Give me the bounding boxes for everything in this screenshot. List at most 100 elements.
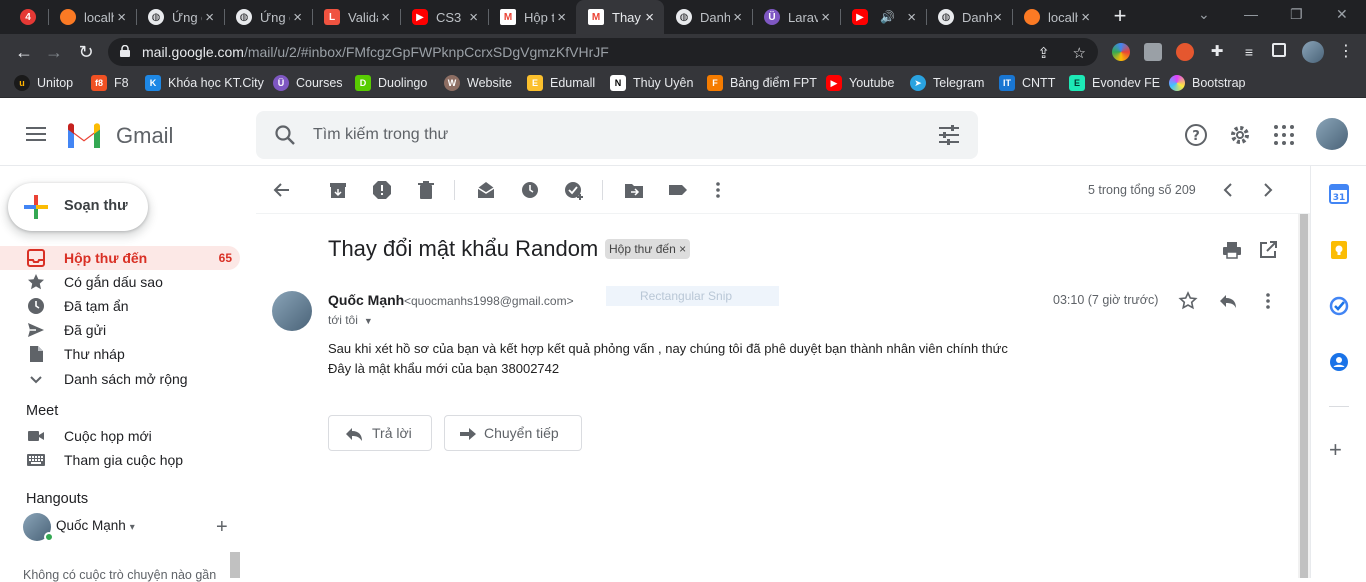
more-actions-icon[interactable] xyxy=(708,180,728,200)
add-hangout-icon[interactable]: + xyxy=(216,516,228,539)
close-tab-icon[interactable]: × xyxy=(381,9,390,26)
back-to-inbox-icon[interactable] xyxy=(272,180,292,200)
close-tab-icon[interactable]: × xyxy=(557,9,566,26)
apps-grid-icon[interactable] xyxy=(1272,123,1296,147)
browser-tab[interactable]: ◍ Danh × xyxy=(664,0,752,34)
browser-tab[interactable]: ▶ CS3 × xyxy=(400,0,488,34)
remove-label-icon[interactable]: × xyxy=(679,242,686,256)
share-icon[interactable]: ⇪ xyxy=(1037,44,1050,62)
report-spam-icon[interactable] xyxy=(372,180,392,200)
sidebar-scrollbar[interactable] xyxy=(230,552,240,578)
bookmark-website[interactable]: W Website xyxy=(444,75,512,91)
search-bar[interactable]: Tìm kiếm trong thư xyxy=(256,111,978,159)
bookmark-thuy-uyen[interactable]: N Thùy Uyên xyxy=(610,75,693,91)
more-options-icon[interactable] xyxy=(1258,291,1278,311)
account-avatar[interactable] xyxy=(1316,118,1348,150)
browser-tab[interactable]: ▶ 🔊 × xyxy=(840,0,926,34)
restore-icon[interactable]: ❐ xyxy=(1290,6,1303,23)
label-icon[interactable] xyxy=(668,180,688,200)
help-icon[interactable]: ? xyxy=(1184,123,1208,147)
archive-icon[interactable] xyxy=(328,180,348,200)
inbox-label-chip[interactable]: Hộp thư đến × xyxy=(605,239,691,259)
star-outline-icon[interactable] xyxy=(1178,291,1198,311)
bookmark-youtube[interactable]: ▶ Youtube xyxy=(826,75,894,91)
bookmark-bootstrap[interactable]: Bootstrap xyxy=(1169,75,1246,91)
browser-tab[interactable]: localhost × xyxy=(48,0,136,34)
close-tab-icon[interactable]: × xyxy=(993,9,1002,26)
browser-tab[interactable]: localhost × xyxy=(1012,0,1100,34)
camera-extension-icon[interactable] xyxy=(1144,43,1162,61)
keep-icon[interactable] xyxy=(1329,240,1349,260)
browser-tab[interactable]: Ü Laravel × xyxy=(752,0,840,34)
bookmark-ktcity[interactable]: K Khóa học KT.City xyxy=(145,75,264,91)
hangouts-user-name[interactable]: Quốc Mạnh ▾ xyxy=(56,518,135,533)
move-to-icon[interactable] xyxy=(624,180,644,200)
bookmark-star-icon[interactable]: ☆ xyxy=(1073,44,1086,62)
trash-icon[interactable] xyxy=(416,180,436,200)
extension-icon[interactable] xyxy=(1112,43,1130,61)
older-chevron-right-icon[interactable] xyxy=(1258,180,1278,200)
browser-tab-active[interactable]: M Thay đổi × xyxy=(576,0,664,34)
forward-button[interactable]: Chuyển tiếp xyxy=(444,415,582,451)
forward-icon[interactable]: → xyxy=(42,40,66,64)
media-control-icon[interactable]: ≡ xyxy=(1240,43,1258,61)
close-tab-icon[interactable]: × xyxy=(907,9,916,26)
calendar-icon[interactable]: 31 xyxy=(1329,184,1349,204)
gear-icon[interactable] xyxy=(1228,123,1252,147)
sidebar-item-more[interactable]: Danh sách mở rộng xyxy=(0,367,240,391)
browser-tab[interactable]: ◍ Danh × xyxy=(926,0,1012,34)
sidebar-item-inbox[interactable]: Hộp thư đến 65 xyxy=(0,246,240,270)
newer-chevron-left-icon[interactable] xyxy=(1218,180,1238,200)
close-tab-icon[interactable]: × xyxy=(821,9,830,26)
sidebar-item-new-meeting[interactable]: Cuộc họp mới xyxy=(0,424,240,448)
tab-search-icon[interactable]: ⌄ xyxy=(1198,6,1210,23)
reload-icon[interactable]: ↻ xyxy=(74,40,98,64)
back-icon[interactable]: ← xyxy=(12,40,36,64)
speaker-icon[interactable]: 🔊 xyxy=(880,10,895,24)
bookmark-bang-diem-fpt[interactable]: F Bảng điểm FPT xyxy=(707,75,817,91)
close-tab-icon[interactable]: × xyxy=(117,9,126,26)
side-panel-icon[interactable] xyxy=(1272,43,1286,57)
close-tab-icon[interactable]: × xyxy=(205,9,214,26)
search-options-icon[interactable] xyxy=(938,125,960,145)
bookmark-courses[interactable]: Ü Courses xyxy=(273,75,343,91)
bookmark-f8[interactable]: f8 F8 xyxy=(91,75,129,91)
bookmark-telegram[interactable]: ➤ Telegram xyxy=(910,75,984,91)
more-menu-icon[interactable]: ⋮ xyxy=(1334,40,1358,64)
profile-avatar[interactable] xyxy=(1302,41,1324,63)
sender-name[interactable]: Quốc Mạnh xyxy=(328,292,404,308)
bookmark-cntt[interactable]: IT CNTT xyxy=(999,75,1055,91)
extension-icon[interactable] xyxy=(1176,43,1194,61)
close-tab-icon[interactable]: × xyxy=(469,9,478,26)
reply-button[interactable]: Trả lời xyxy=(328,415,432,451)
minimize-icon[interactable]: — xyxy=(1244,6,1258,22)
close-tab-icon[interactable]: × xyxy=(733,9,742,26)
main-menu-icon[interactable] xyxy=(26,127,46,141)
bookmark-evondev[interactable]: E Evondev FE xyxy=(1069,75,1160,91)
sender-avatar[interactable] xyxy=(272,291,312,331)
print-icon[interactable] xyxy=(1222,240,1242,260)
compose-button[interactable]: Soạn thư xyxy=(8,183,148,231)
browser-tab[interactable]: ◍ Ứng dụng × xyxy=(136,0,224,34)
close-tab-icon[interactable]: × xyxy=(645,9,654,26)
browser-tab[interactable]: 4 xyxy=(8,0,52,34)
address-bar[interactable]: mail.google.com/mail/u/2/#inbox/FMfcgzGp… xyxy=(108,38,1098,66)
snooze-icon[interactable] xyxy=(520,180,540,200)
tasks-icon[interactable] xyxy=(1329,296,1349,316)
bookmark-edumall[interactable]: E Edumall xyxy=(527,75,595,91)
browser-tab[interactable]: ◍ Ứng dụng × xyxy=(224,0,312,34)
gmail-logo-icon[interactable] xyxy=(66,122,102,148)
open-new-window-icon[interactable] xyxy=(1258,240,1278,260)
contacts-icon[interactable] xyxy=(1329,352,1349,372)
search-input[interactable]: Tìm kiếm trong thư xyxy=(313,126,448,144)
browser-tab[interactable]: L Validation × xyxy=(312,0,400,34)
sidebar-item-starred[interactable]: Có gắn dấu sao xyxy=(0,270,240,294)
search-icon[interactable] xyxy=(274,124,296,146)
sidebar-item-snoozed[interactable]: Đã tạm ẩn xyxy=(0,294,240,318)
sidebar-item-join-meeting[interactable]: Tham gia cuộc họp xyxy=(0,448,240,472)
new-tab-button[interactable]: + xyxy=(1108,5,1132,29)
main-scrollbar-thumb[interactable] xyxy=(1300,214,1308,578)
close-tab-icon[interactable]: × xyxy=(1081,9,1090,26)
add-task-icon[interactable] xyxy=(564,180,584,200)
sidebar-item-drafts[interactable]: Thư nháp xyxy=(0,342,240,366)
